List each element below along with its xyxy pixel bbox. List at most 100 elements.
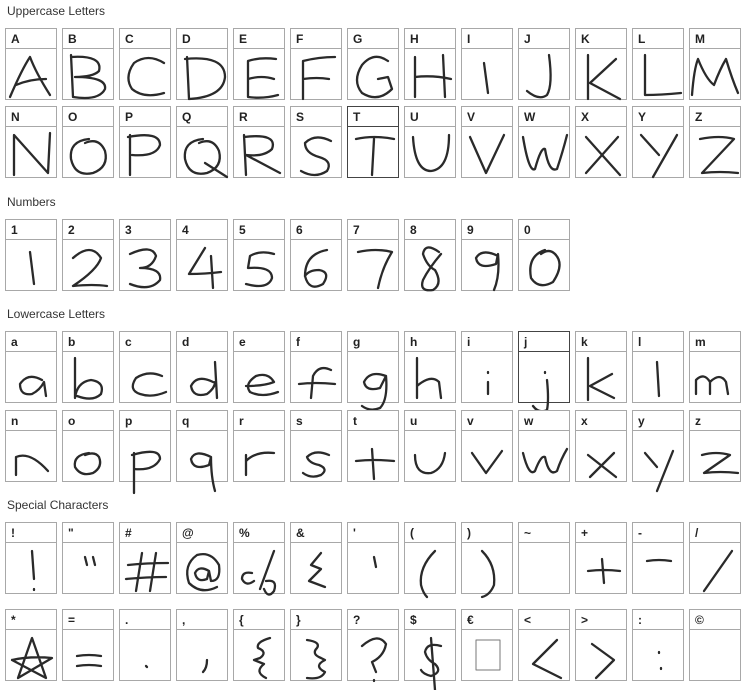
handwritten-glyph-icon [586, 557, 622, 585]
handwritten-glyph-icon [69, 53, 107, 100]
handwritten-glyph-icon [694, 375, 730, 396]
glyph-label: G [348, 29, 398, 49]
handwritten-glyph-icon [144, 664, 149, 669]
glyph-label: z [690, 411, 740, 431]
glyph-label: ) [462, 523, 512, 543]
handwritten-glyph-icon [187, 246, 223, 290]
section-title: Lowercase Letters [7, 307, 106, 321]
handwritten-glyph-icon [411, 133, 451, 173]
glyph-cell: * [5, 609, 57, 681]
glyph-cell: / [689, 522, 741, 594]
glyph-label: J [519, 29, 569, 49]
handwritten-glyph-icon [18, 375, 48, 398]
glyph-cell: X [575, 106, 627, 178]
glyph-cell: # [119, 522, 171, 594]
glyph-cell: Y [632, 106, 684, 179]
glyph-label: q [177, 411, 227, 431]
glyph-label: i [462, 332, 512, 352]
glyph-cell: P [119, 106, 171, 178]
glyph-cell: : [632, 609, 684, 681]
glyph-label: X [576, 107, 626, 127]
glyph-label: H [405, 29, 455, 49]
glyph-label: ? [348, 610, 398, 630]
glyph-label: m [690, 332, 740, 352]
handwritten-glyph-icon [14, 454, 50, 477]
handwritten-glyph-icon [586, 451, 618, 479]
glyph-cell: > [575, 609, 627, 681]
glyph-label: © [690, 610, 740, 630]
handwritten-glyph-icon [690, 630, 742, 682]
glyph-label: % [234, 523, 284, 543]
glyph-cell: I [461, 28, 513, 100]
glyph-label: " [63, 523, 113, 543]
glyph-cell: $ [404, 609, 456, 690]
handwritten-glyph-icon [201, 658, 209, 674]
handwritten-glyph-icon [360, 637, 388, 683]
handwritten-glyph-icon [655, 360, 661, 398]
glyph-label: < [519, 610, 569, 630]
handwritten-glyph-icon [183, 137, 229, 179]
glyph-cell: = [62, 609, 114, 681]
section-title: Numbers [7, 195, 56, 209]
glyph-cell: 5 [233, 219, 285, 291]
glyph-label: v [462, 411, 512, 431]
glyph-cell: R [233, 106, 285, 178]
handwritten-glyph-icon [480, 549, 496, 599]
glyph-label: 7 [348, 220, 398, 240]
glyph-cell: e [233, 331, 285, 403]
glyph-label: > [576, 610, 626, 630]
glyph-label: Y [633, 107, 683, 127]
handwritten-glyph-icon [28, 250, 36, 286]
glyph-label: L [633, 29, 683, 49]
glyph-label: 6 [291, 220, 341, 240]
handwritten-glyph-icon [355, 55, 394, 99]
handwritten-glyph-icon [521, 447, 569, 474]
handwritten-glyph-icon [252, 636, 272, 680]
glyph-cell: T [347, 106, 399, 178]
glyph-cell: J [518, 28, 570, 100]
glyph-label: 8 [405, 220, 455, 240]
handwritten-glyph-icon [73, 451, 102, 476]
glyph-label: U [405, 107, 455, 127]
handwritten-glyph-icon [584, 135, 622, 177]
glyph-label: n [6, 411, 56, 431]
handwritten-glyph-icon [30, 549, 36, 592]
glyph-cell: r [233, 410, 285, 482]
glyph-cell: © [689, 609, 741, 681]
glyph-cell: t [347, 410, 399, 482]
glyph-label: @ [177, 523, 227, 543]
handwritten-glyph-icon [244, 451, 276, 477]
glyph-label: E [234, 29, 284, 49]
handwritten-glyph-icon [75, 653, 103, 668]
handwritten-glyph-icon [419, 549, 437, 599]
glyph-cell: ! [5, 522, 57, 594]
glyph-label: S [291, 107, 341, 127]
handwritten-glyph-icon [474, 251, 500, 292]
glyph-label: y [633, 411, 683, 431]
handwritten-glyph-icon [189, 452, 217, 493]
glyph-cell: M [689, 28, 741, 100]
handwritten-glyph-icon [297, 366, 337, 400]
glyph-cell: n [5, 410, 57, 482]
handwritten-glyph-icon [354, 447, 396, 481]
glyph-label: T [348, 107, 398, 127]
glyph-cell: 4 [176, 219, 228, 291]
glyph-cell: @ [176, 522, 228, 594]
glyph-cell: & [290, 522, 342, 594]
glyph-cell: v [461, 410, 513, 482]
handwritten-glyph-icon [127, 56, 166, 97]
glyph-cell: 6 [290, 219, 342, 291]
glyph-label: = [63, 610, 113, 630]
glyph-label: l [633, 332, 683, 352]
glyph-cell: 3 [119, 219, 171, 291]
glyph-cell: 8 [404, 219, 456, 292]
glyph-label: d [177, 332, 227, 352]
glyph-cell: A [5, 28, 57, 100]
glyph-cell: W [518, 106, 570, 178]
handwritten-glyph-icon [301, 55, 337, 101]
glyph-cell: C [119, 28, 171, 100]
handwritten-glyph-icon [307, 551, 327, 589]
handwritten-glyph-icon [354, 135, 396, 177]
glyph-label: € [462, 610, 512, 630]
handwritten-glyph-icon [183, 55, 227, 101]
